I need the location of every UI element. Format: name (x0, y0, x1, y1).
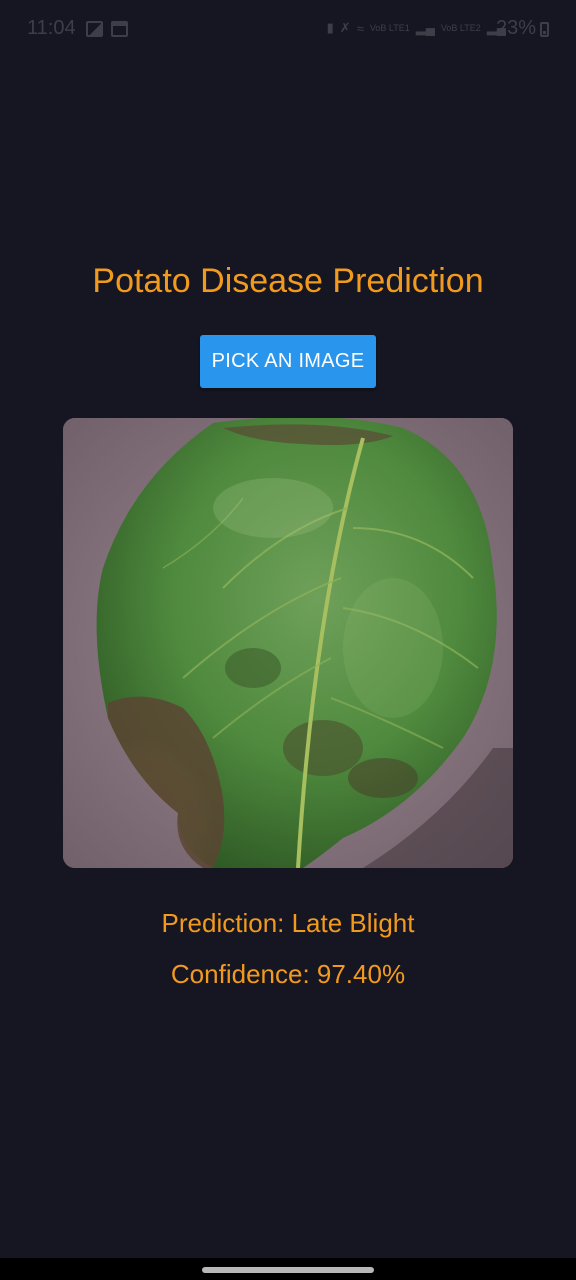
status-notification-icons (86, 21, 128, 37)
gallery-notification-icon (86, 21, 103, 37)
page-title: Potato Disease Prediction (92, 262, 484, 300)
network-label-1: VoB LTE1 (369, 22, 410, 33)
selected-leaf-image (63, 418, 513, 868)
battery-percent: 23% (495, 17, 536, 39)
signal-icon-1: ▂▄ (415, 20, 435, 35)
home-indicator[interactable] (202, 1267, 374, 1273)
status-time: 11:04 (27, 17, 76, 39)
prediction-label: Prediction: Late Blight (161, 908, 415, 938)
app-screen: 11:04 ▮ ✗ ≈ VoB LTE1 ▂▄ VoB LTE2 ▂▄ 23% … (0, 0, 576, 1280)
battery-saver-icon: ▮ (326, 20, 334, 35)
status-system-icons: ▮ ✗ ≈ VoB LTE1 ▂▄ VoB LTE2 ▂▄ (327, 20, 506, 36)
wifi-icon: ≈ (356, 20, 364, 36)
navigation-bar (0, 1258, 576, 1280)
mute-icon: ✗ (339, 20, 351, 35)
battery-icon (540, 22, 549, 37)
network-label-2: VoB LTE2 (440, 22, 481, 33)
confidence-label: Confidence: 97.40% (170, 959, 406, 989)
calendar-notification-icon (111, 21, 128, 37)
pick-image-button[interactable]: PICK AN IMAGE (200, 335, 376, 388)
status-bar: 11:04 ▮ ✗ ≈ VoB LTE1 ▂▄ VoB LTE2 ▂▄ 23% (0, 0, 576, 60)
